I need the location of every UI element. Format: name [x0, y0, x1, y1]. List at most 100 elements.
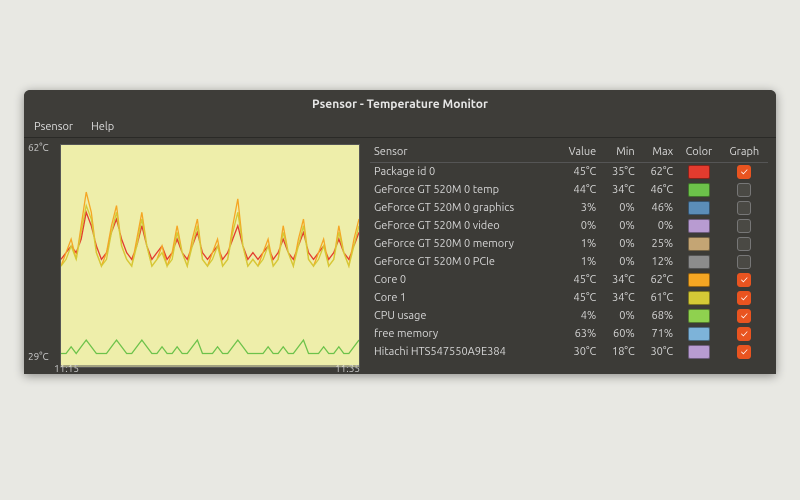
graph-checkbox[interactable] [737, 201, 751, 215]
x-axis-start-label: 11:15 [54, 363, 79, 374]
graph-checkbox[interactable] [737, 327, 751, 341]
sensor-name-cell: Core 1 [370, 289, 556, 307]
color-swatch[interactable] [688, 327, 710, 341]
col-header-sensor[interactable]: Sensor [370, 142, 556, 163]
col-header-graph[interactable]: Graph [721, 142, 768, 163]
graph-checkbox[interactable] [737, 219, 751, 233]
color-swatch[interactable] [688, 237, 710, 251]
sensor-min-cell: 18°C [600, 343, 638, 361]
sensor-max-cell: 61°C [639, 289, 677, 307]
table-row[interactable]: GeForce GT 520M 0 memory1%0%25% [370, 235, 768, 253]
sensor-value-cell: 4% [556, 307, 601, 325]
sensor-graph-cell [721, 325, 768, 343]
sensor-color-cell [677, 217, 720, 235]
graph-checkbox[interactable] [737, 345, 751, 359]
sensor-max-cell: 30°C [639, 343, 677, 361]
sensor-table-pane: Sensor Value Min Max Color Graph Package… [366, 138, 776, 374]
sensor-value-cell: 44°C [556, 181, 601, 199]
color-swatch[interactable] [688, 291, 710, 305]
sensor-name-cell: CPU usage [370, 307, 556, 325]
table-row[interactable]: Core 145°C34°C61°C [370, 289, 768, 307]
menu-help[interactable]: Help [91, 121, 114, 133]
menubar: Psensor Help [24, 117, 776, 138]
sensor-color-cell [677, 307, 720, 325]
sensor-name-cell: free memory [370, 325, 556, 343]
color-swatch[interactable] [688, 165, 710, 179]
sensor-max-cell: 62°C [639, 163, 677, 182]
col-header-max[interactable]: Max [639, 142, 677, 163]
graph-checkbox[interactable] [737, 165, 751, 179]
x-axis-end-label: 11:35 [335, 363, 360, 374]
table-row[interactable]: GeForce GT 520M 0 video0%0%0% [370, 217, 768, 235]
sensor-color-cell [677, 343, 720, 361]
sensor-color-cell [677, 271, 720, 289]
table-row[interactable]: Package id 045°C35°C62°C [370, 163, 768, 182]
col-header-min[interactable]: Min [600, 142, 638, 163]
sensor-value-cell: 63% [556, 325, 601, 343]
col-header-value[interactable]: Value [556, 142, 601, 163]
table-row[interactable]: GeForce GT 520M 0 temp44°C34°C46°C [370, 181, 768, 199]
color-swatch[interactable] [688, 273, 710, 287]
sensor-graph-cell [721, 271, 768, 289]
sensor-min-cell: 0% [600, 253, 638, 271]
table-row[interactable]: Core 045°C34°C62°C [370, 271, 768, 289]
sensor-graph-cell [721, 307, 768, 325]
chart-series-line [61, 340, 359, 353]
sensor-color-cell [677, 163, 720, 182]
sensor-name-cell: GeForce GT 520M 0 memory [370, 235, 556, 253]
table-header-row: Sensor Value Min Max Color Graph [370, 142, 768, 163]
sensor-max-cell: 71% [639, 325, 677, 343]
table-row[interactable]: Hitachi HTS547550A9E38430°C18°C30°C [370, 343, 768, 361]
sensor-graph-cell [721, 199, 768, 217]
graph-checkbox[interactable] [737, 273, 751, 287]
graph-checkbox[interactable] [737, 309, 751, 323]
color-swatch[interactable] [688, 219, 710, 233]
y-axis-min-label: 29°C [28, 351, 49, 362]
sensor-name-cell: GeForce GT 520M 0 graphics [370, 199, 556, 217]
sensor-color-cell [677, 235, 720, 253]
table-row[interactable]: GeForce GT 520M 0 PCIe1%0%12% [370, 253, 768, 271]
graph-checkbox[interactable] [737, 237, 751, 251]
window-title: Psensor - Temperature Monitor [312, 98, 488, 111]
color-swatch[interactable] [688, 309, 710, 323]
sensor-graph-cell [721, 253, 768, 271]
table-row[interactable]: CPU usage4%0%68% [370, 307, 768, 325]
table-row[interactable]: GeForce GT 520M 0 graphics3%0%46% [370, 199, 768, 217]
temperature-chart[interactable] [60, 144, 360, 368]
sensor-min-cell: 35°C [600, 163, 638, 182]
sensor-name-cell: Core 0 [370, 271, 556, 289]
sensor-min-cell: 0% [600, 307, 638, 325]
sensor-value-cell: 45°C [556, 289, 601, 307]
titlebar: Psensor - Temperature Monitor [24, 90, 776, 117]
sensor-color-cell [677, 253, 720, 271]
app-window: Psensor - Temperature Monitor Psensor He… [24, 90, 776, 374]
sensor-graph-cell [721, 181, 768, 199]
sensor-value-cell: 30°C [556, 343, 601, 361]
sensor-name-cell: GeForce GT 520M 0 temp [370, 181, 556, 199]
sensor-min-cell: 34°C [600, 271, 638, 289]
graph-checkbox[interactable] [737, 255, 751, 269]
sensor-min-cell: 0% [600, 217, 638, 235]
sensor-graph-cell [721, 235, 768, 253]
sensor-name-cell: GeForce GT 520M 0 PCIe [370, 253, 556, 271]
sensor-graph-cell [721, 217, 768, 235]
sensor-min-cell: 34°C [600, 181, 638, 199]
menu-psensor[interactable]: Psensor [34, 121, 73, 133]
sensor-color-cell [677, 181, 720, 199]
content-area: 62°C 29°C 11:15 11:35 Sensor Value Min M… [24, 138, 776, 374]
col-header-color[interactable]: Color [677, 142, 720, 163]
graph-checkbox[interactable] [737, 183, 751, 197]
sensor-max-cell: 62°C [639, 271, 677, 289]
graph-checkbox[interactable] [737, 291, 751, 305]
table-row[interactable]: free memory63%60%71% [370, 325, 768, 343]
sensor-graph-cell [721, 163, 768, 182]
sensor-graph-cell [721, 343, 768, 361]
color-swatch[interactable] [688, 183, 710, 197]
sensor-value-cell: 1% [556, 235, 601, 253]
sensor-max-cell: 68% [639, 307, 677, 325]
color-swatch[interactable] [688, 255, 710, 269]
sensor-name-cell: GeForce GT 520M 0 video [370, 217, 556, 235]
sensor-max-cell: 46°C [639, 181, 677, 199]
color-swatch[interactable] [688, 201, 710, 215]
color-swatch[interactable] [688, 345, 710, 359]
